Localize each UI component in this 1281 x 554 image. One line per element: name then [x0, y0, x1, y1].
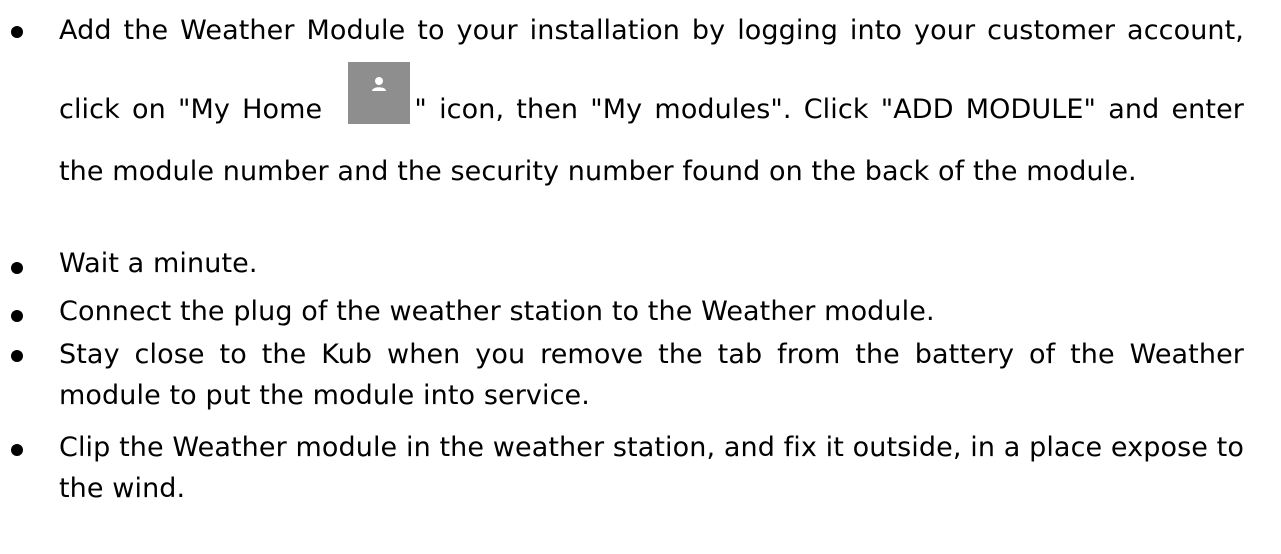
bullet-icon	[11, 310, 23, 322]
bullet-icon	[11, 26, 23, 38]
list-item-text: Add the Weather Module to your installat…	[59, 0, 1244, 187]
list-item-text: Connect the plug of the weather station …	[59, 296, 935, 327]
user-profile-icon	[348, 62, 411, 124]
list-item-text: Wait a minute.	[59, 248, 258, 279]
bullet-icon	[11, 350, 23, 362]
list-item-text: Clip the Weather module in the weather s…	[59, 432, 1244, 504]
list-item-text: Stay close to the Kub when you remove th…	[59, 339, 1244, 411]
bullet-icon	[11, 262, 23, 274]
bullet-icon	[11, 444, 23, 456]
